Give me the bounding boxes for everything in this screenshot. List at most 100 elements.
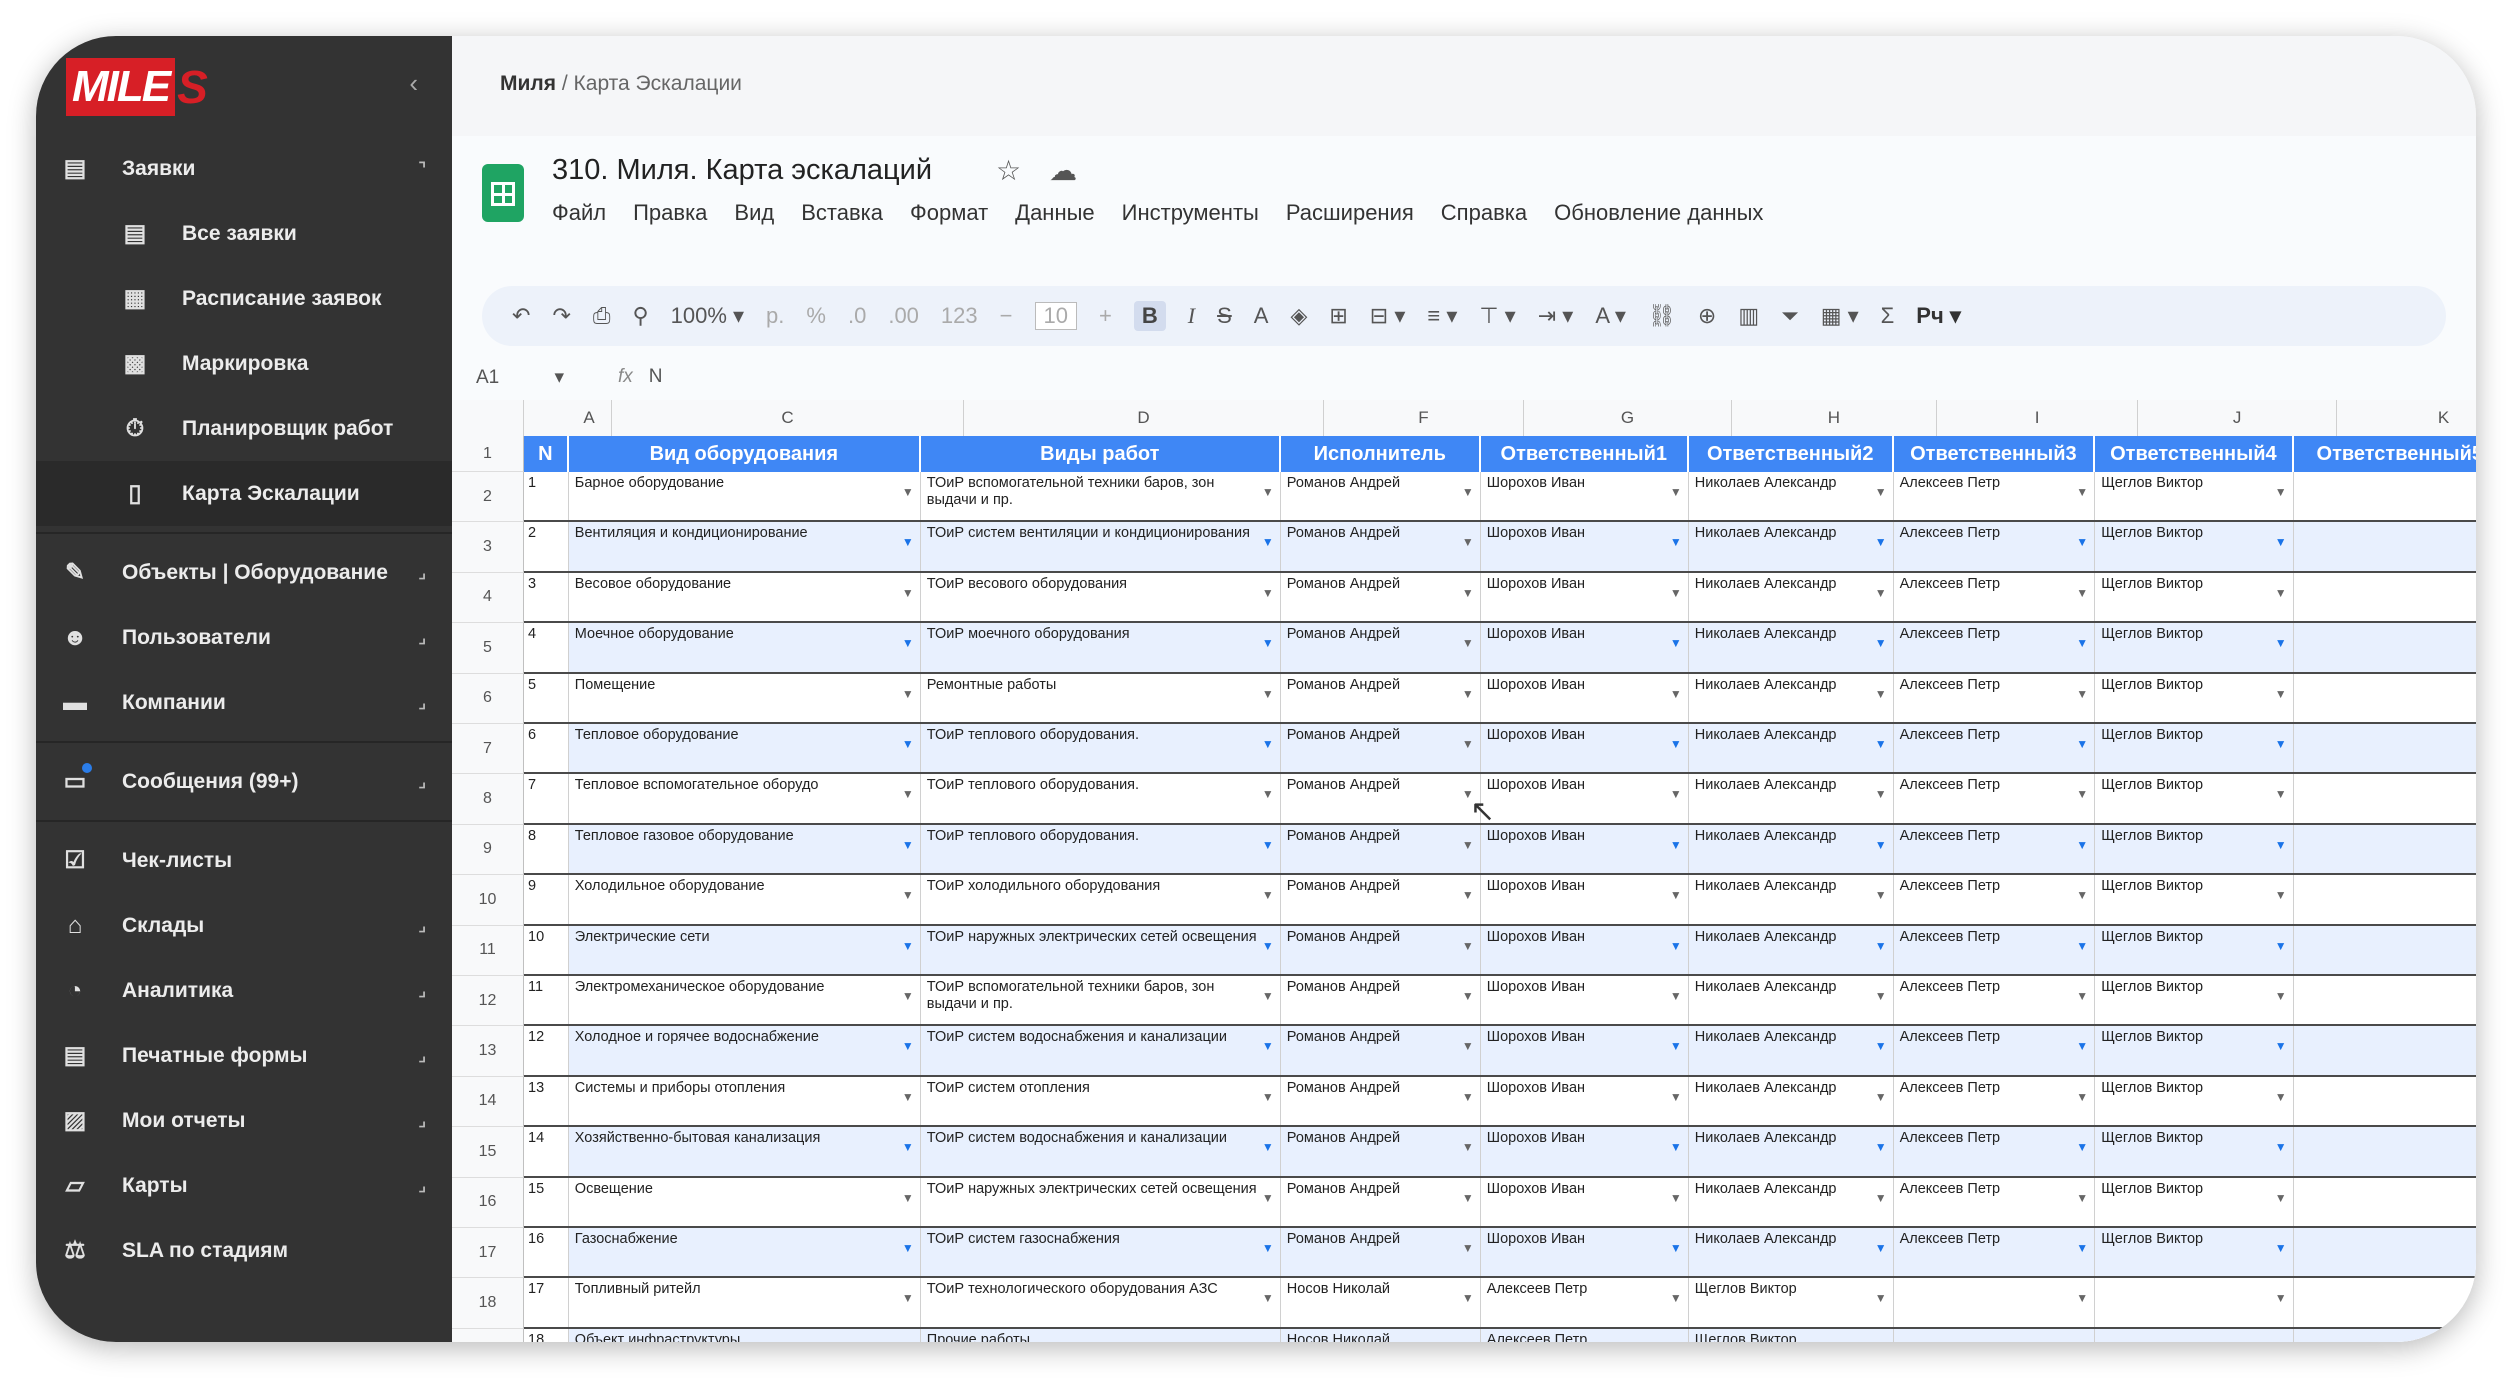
table-cell[interactable]: ▼ <box>1894 1278 2096 1327</box>
dropdown-arrow-icon[interactable]: ▼ <box>1462 1139 1474 1156</box>
column-header[interactable]: F <box>1324 400 1524 436</box>
menu-item[interactable]: Правка <box>633 200 707 226</box>
dropdown-arrow-icon[interactable]: ▼ <box>2275 887 2287 904</box>
table-cell[interactable]: Шорохов Иван ▼ <box>1480 724 1689 773</box>
dropdown-arrow-icon[interactable]: ▼ <box>1670 635 1682 652</box>
table-cell[interactable]: Алексеев Петр ▼ <box>1893 1026 2096 1075</box>
header-cell[interactable]: Ответственный3 <box>1894 436 2096 472</box>
table-cell[interactable]: Алексеев Петр ▼ <box>1894 774 2096 823</box>
italic-button[interactable]: I <box>1188 303 1195 329</box>
header-cell[interactable]: N <box>524 436 569 472</box>
table-cell[interactable]: Николаев Александр ▼ <box>1688 1127 1894 1176</box>
table-cell[interactable]: ТОиР систем водоснабжения и канализации ▼ <box>920 1026 1281 1075</box>
dropdown-arrow-icon[interactable]: ▼ <box>1875 887 1887 904</box>
dropdown-arrow-icon[interactable]: ▼ <box>2076 1139 2088 1156</box>
dropdown-arrow-icon[interactable]: ▼ <box>1462 534 1474 551</box>
menu-item[interactable]: Инструменты <box>1122 200 1259 226</box>
table-cell[interactable]: Щеглов Виктор ▼ <box>2095 572 2294 622</box>
dropdown-arrow-icon[interactable]: ▼ <box>1670 786 1682 803</box>
table-cell[interactable]: Романов Андрей ▼ <box>1281 472 1481 521</box>
table-cell[interactable]: ТОиР вспомогательной техники баров, зон … <box>921 976 1281 1025</box>
table-cell[interactable]: Щеглов Виктор ▼ <box>2095 774 2294 823</box>
sidebar-item-15[interactable]: ▱ Карты ⌟ <box>36 1153 452 1218</box>
dropdown-arrow-icon[interactable]: ▼ <box>902 938 914 955</box>
sidebar-item-11[interactable]: ⌂ Склады ⌟ <box>36 893 452 958</box>
table-cell[interactable]: Алексеев Петр ▼ <box>1894 875 2096 924</box>
logo[interactable]: MILE S <box>66 58 208 116</box>
sidebar-item-13[interactable]: ▤ Печатные формы ⌟ <box>36 1023 452 1088</box>
sidebar-item-14[interactable]: ▨ Мои отчеты ⌟ <box>36 1088 452 1153</box>
dropdown-arrow-icon[interactable]: ▼ <box>2275 736 2287 753</box>
table-cell[interactable]: 17 <box>524 1278 569 1327</box>
dropdown-arrow-icon[interactable]: ▼ <box>1875 1038 1887 1055</box>
table-cell[interactable]: ▼ <box>2294 976 2476 1024</box>
dropdown-arrow-icon[interactable]: ▼ <box>1262 786 1274 803</box>
dropdown-arrow-icon[interactable]: ▼ <box>2275 1089 2287 1106</box>
dropdown-arrow-icon[interactable]: ▼ <box>2076 534 2088 551</box>
table-cell[interactable]: Весовое оборудование ▼ <box>569 572 921 622</box>
chart-icon[interactable]: ▥ <box>1738 303 1759 329</box>
table-cell[interactable]: 16 <box>524 1228 569 1277</box>
table-cell[interactable]: 5 <box>524 673 569 722</box>
table-cell[interactable]: 15 <box>524 1177 569 1226</box>
sidebar-item-3[interactable]: ▩ Маркировка <box>36 331 452 396</box>
menu-item[interactable]: Формат <box>910 200 988 226</box>
dropdown-arrow-icon[interactable]: ▼ <box>902 1341 914 1343</box>
dropdown-arrow-icon[interactable]: ▼ <box>902 1290 914 1307</box>
table-cell[interactable]: ▼ <box>2294 774 2476 822</box>
table-cell[interactable]: ▼ <box>2293 925 2476 974</box>
dropdown-arrow-icon[interactable]: ▼ <box>2275 1038 2287 1055</box>
table-cell[interactable]: Алексеев Петр ▼ <box>1893 623 2096 672</box>
dropdown-arrow-icon[interactable]: ▼ <box>902 686 914 703</box>
corner-cell[interactable] <box>452 400 524 436</box>
decrease-decimal-button[interactable]: .0 <box>848 303 866 329</box>
table-cell[interactable]: ▼ <box>2293 623 2476 672</box>
sidebar-item-16[interactable]: ⚖ SLA по стадиям <box>36 1218 452 1283</box>
filter-icon[interactable]: ⏷ <box>1781 303 1799 329</box>
font-size-input[interactable]: 10 <box>1034 302 1077 330</box>
table-cell[interactable]: Шорохов Иван ▼ <box>1481 976 1689 1025</box>
dropdown-arrow-icon[interactable]: ▼ <box>2275 1139 2287 1156</box>
table-cell[interactable]: Николаев Александр ▼ <box>1688 522 1894 571</box>
font-decrease-icon[interactable]: − <box>1000 303 1013 329</box>
row-header[interactable]: 11 <box>452 925 524 976</box>
functions-icon[interactable]: Σ <box>1881 303 1895 329</box>
dropdown-arrow-icon[interactable]: ▼ <box>2076 786 2088 803</box>
dropdown-arrow-icon[interactable]: ▼ <box>2076 1190 2088 1207</box>
table-cell[interactable]: ТОиР систем водоснабжения и канализации ▼ <box>920 1127 1281 1176</box>
table-cell[interactable]: Алексеев Петр ▼ <box>1893 824 2096 874</box>
row-header[interactable]: 4 <box>452 572 524 624</box>
dropdown-arrow-icon[interactable]: ▼ <box>2076 736 2088 753</box>
fill-color-icon[interactable]: ◈ <box>1290 303 1307 329</box>
table-cell[interactable]: ▼ <box>2293 1328 2476 1342</box>
undo-icon[interactable]: ↶ <box>512 303 530 329</box>
dropdown-arrow-icon[interactable]: ▼ <box>2076 1038 2088 1055</box>
dropdown-arrow-icon[interactable]: ▼ <box>902 1190 914 1207</box>
table-cell[interactable]: Шорохов Иван ▼ <box>1481 1177 1689 1226</box>
table-cell[interactable]: ▼ <box>2294 875 2476 923</box>
table-cell[interactable]: Романов Андрей ▼ <box>1281 1076 1481 1126</box>
table-cell[interactable]: Шорохов Иван ▼ <box>1481 774 1689 823</box>
table-view-icon[interactable]: ▦ ▾ <box>1821 303 1859 329</box>
table-cell[interactable]: Алексеев Петр ▼ <box>1481 1278 1689 1327</box>
dropdown-arrow-icon[interactable]: ▼ <box>2275 1190 2287 1207</box>
dropdown-arrow-icon[interactable]: ▼ <box>1462 988 1474 1005</box>
dropdown-arrow-icon[interactable]: ▼ <box>2076 938 2088 955</box>
row-header[interactable]: 10 <box>452 875 524 926</box>
table-cell[interactable]: Объект инфраструктуры ▼ <box>568 1328 921 1343</box>
table-cell[interactable]: ТОиР теплового оборудования. ▼ <box>921 774 1281 823</box>
dropdown-arrow-icon[interactable]: ▼ <box>1262 1038 1274 1055</box>
table-cell[interactable]: Романов Андрей ▼ <box>1280 623 1481 672</box>
table-cell[interactable]: 7 <box>524 774 569 823</box>
dropdown-arrow-icon[interactable]: ▼ <box>2076 1341 2088 1343</box>
dropdown-arrow-icon[interactable]: ▼ <box>1875 534 1887 551</box>
dropdown-arrow-icon[interactable]: ▼ <box>1462 938 1474 955</box>
table-cell[interactable]: Романов Андрей ▼ <box>1280 1127 1481 1176</box>
table-cell[interactable]: ▼ <box>2293 1026 2476 1075</box>
table-cell[interactable]: Носов Николай ▼ <box>1280 1328 1481 1342</box>
table-cell[interactable]: Шорохов Иван ▼ <box>1481 472 1689 521</box>
table-cell[interactable]: Щеглов Виктор ▼ <box>2095 724 2294 773</box>
sidebar-item-8[interactable]: ▬ Компании ⌟ <box>36 670 452 735</box>
column-header[interactable]: J <box>2138 400 2337 436</box>
dropdown-arrow-icon[interactable]: ▼ <box>902 1240 914 1257</box>
